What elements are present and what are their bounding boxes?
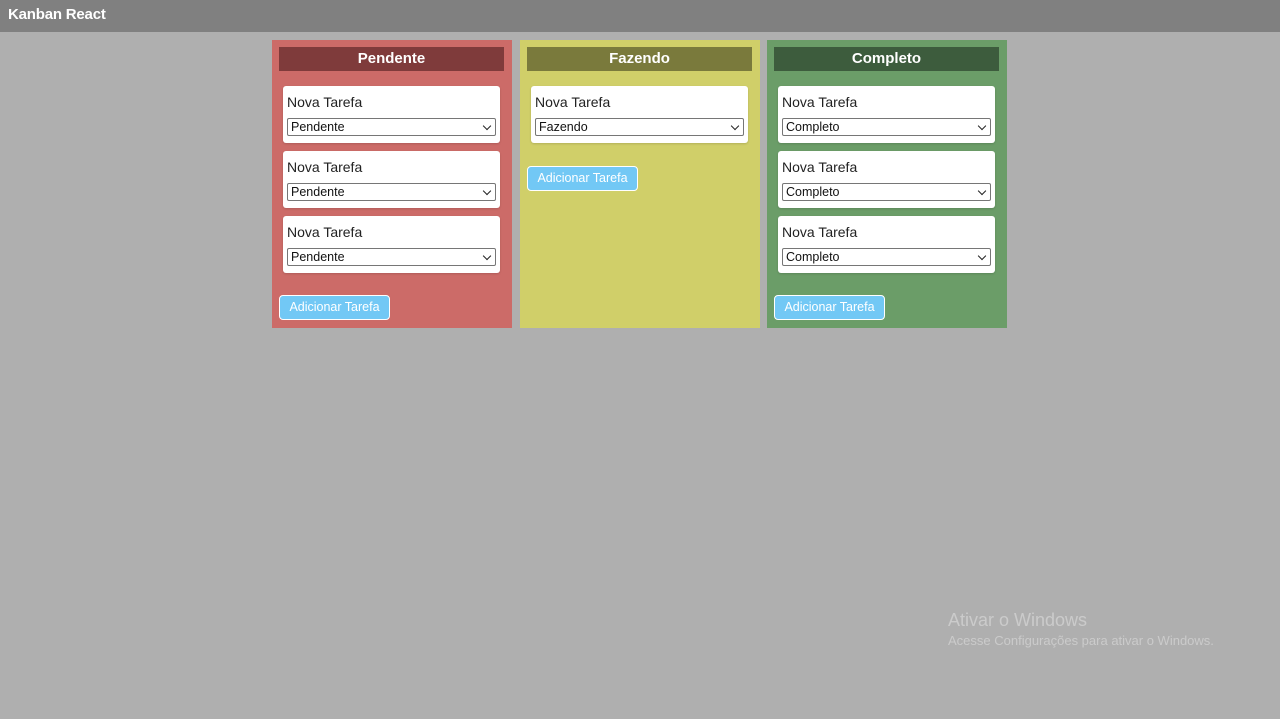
app-title: Kanban React (8, 6, 106, 23)
status-select[interactable]: Pendente (287, 248, 496, 266)
task-card: Nova Tarefa Completo (778, 86, 995, 143)
status-value: Pendente (291, 250, 345, 264)
task-title: Nova Tarefa (287, 94, 363, 110)
chevron-down-icon (482, 251, 492, 261)
status-select[interactable]: Pendente (287, 183, 496, 201)
task-card: Nova Tarefa Completo (778, 151, 995, 208)
task-title: Nova Tarefa (782, 94, 858, 110)
task-card: Nova Tarefa Pendente (283, 151, 500, 208)
status-value: Fazendo (539, 120, 588, 134)
task-card: Nova Tarefa Pendente (283, 86, 500, 143)
status-select[interactable]: Fazendo (535, 118, 744, 136)
chevron-down-icon (977, 121, 987, 131)
chevron-down-icon (730, 121, 740, 131)
chevron-down-icon (977, 251, 987, 261)
add-task-button[interactable]: Adicionar Tarefa (774, 295, 885, 320)
column-fazendo: Fazendo Nova Tarefa Fazendo Adicionar Ta… (520, 40, 760, 328)
status-value: Pendente (291, 185, 345, 199)
status-select[interactable]: Pendente (287, 118, 496, 136)
column-header: Fazendo (527, 47, 752, 71)
task-card: Nova Tarefa Pendente (283, 216, 500, 273)
add-task-button[interactable]: Adicionar Tarefa (527, 166, 638, 191)
task-title: Nova Tarefa (287, 224, 363, 240)
windows-activation-title: Ativar o Windows (948, 610, 1088, 630)
add-task-button[interactable]: Adicionar Tarefa (279, 295, 390, 320)
app-header: Kanban React (0, 0, 1280, 32)
column-pendente: Pendente Nova Tarefa Pendente Nova Taref… (272, 40, 512, 328)
task-card: Nova Tarefa Fazendo (531, 86, 748, 143)
chevron-down-icon (482, 186, 492, 196)
chevron-down-icon (977, 186, 987, 196)
task-title: Nova Tarefa (287, 159, 363, 175)
task-title: Nova Tarefa (782, 224, 858, 240)
column-header: Pendente (279, 47, 504, 71)
status-value: Completo (786, 185, 840, 199)
chevron-down-icon (482, 121, 492, 131)
status-select[interactable]: Completo (782, 183, 991, 201)
column-header: Completo (774, 47, 999, 71)
status-value: Completo (786, 120, 840, 134)
task-title: Nova Tarefa (782, 159, 858, 175)
status-select[interactable]: Completo (782, 118, 991, 136)
status-value: Completo (786, 250, 840, 264)
column-completo: Completo Nova Tarefa Completo Nova Taref… (767, 40, 1007, 328)
task-card: Nova Tarefa Completo (778, 216, 995, 273)
status-select[interactable]: Completo (782, 248, 991, 266)
task-title: Nova Tarefa (535, 94, 611, 110)
status-value: Pendente (291, 120, 345, 134)
windows-activation-message: Acesse Configurações para ativar o Windo… (948, 633, 1214, 648)
